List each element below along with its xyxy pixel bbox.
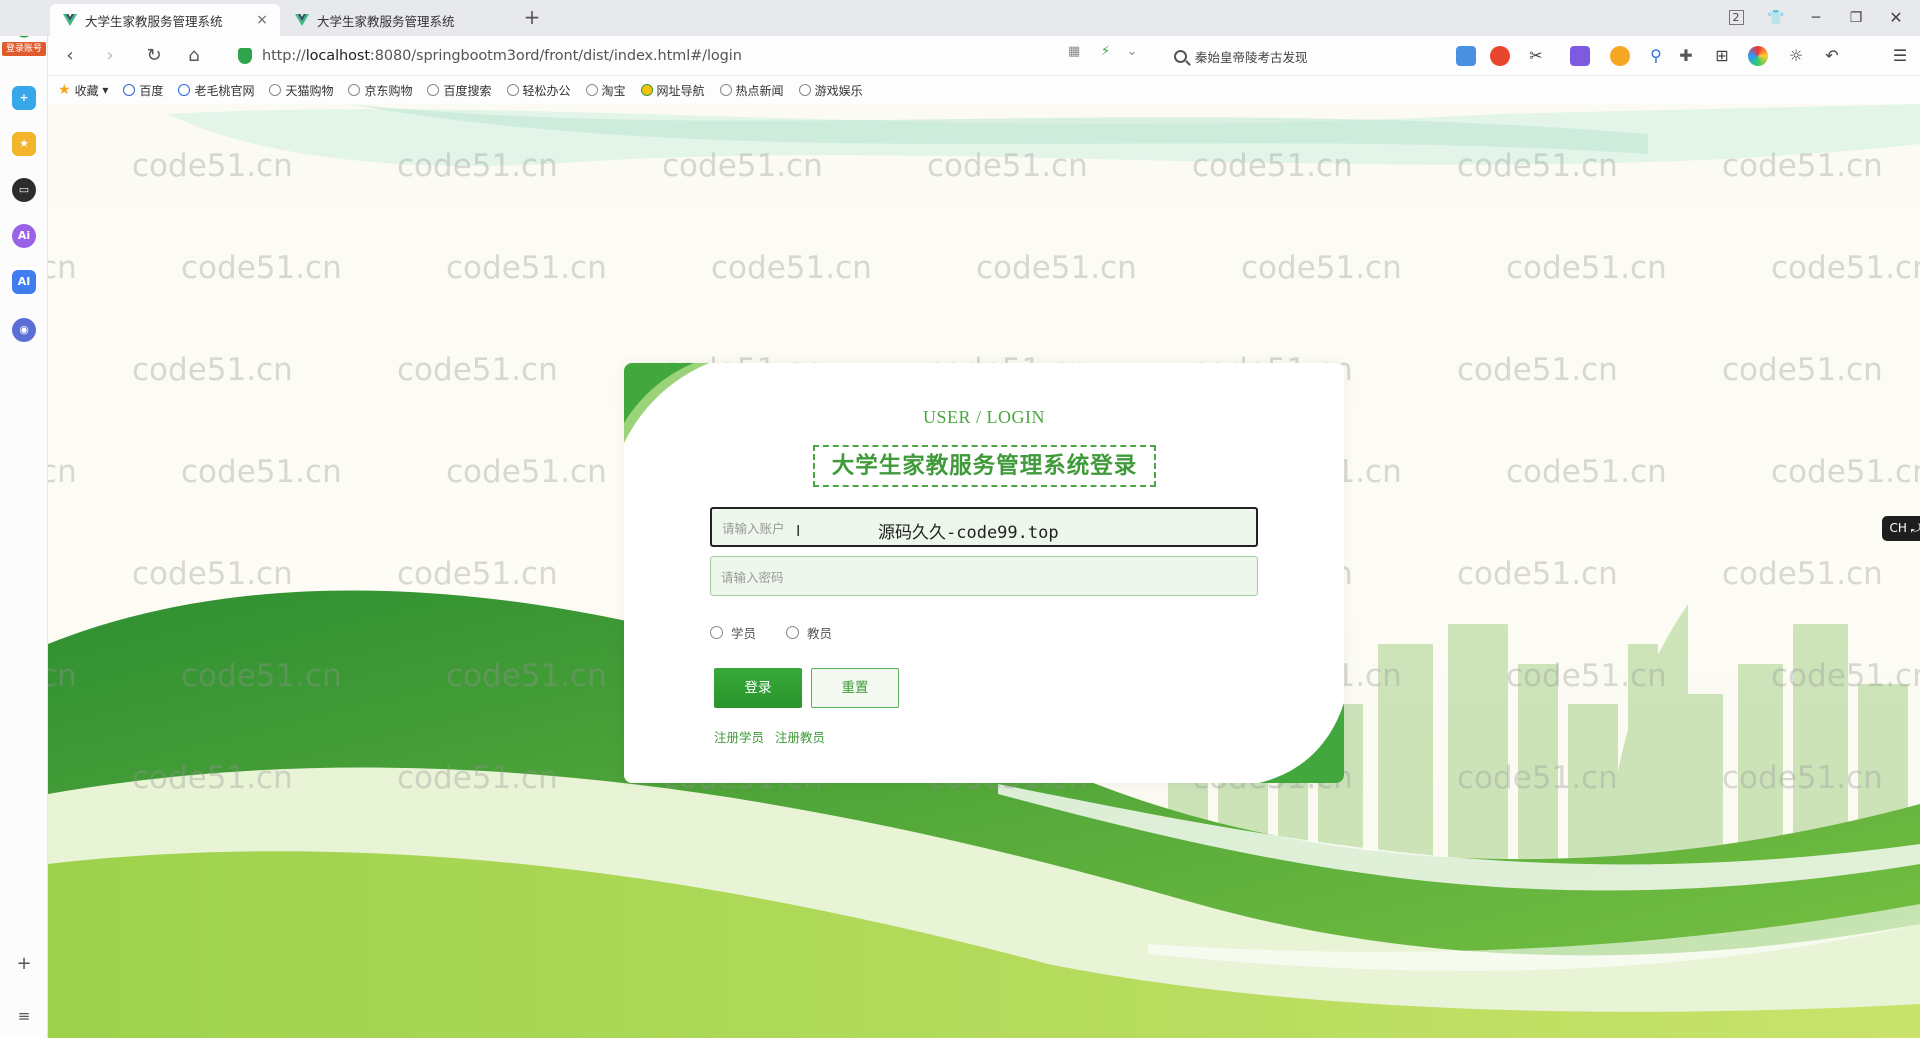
skin-icon[interactable]: 👕 — [1762, 6, 1790, 30]
sidebar-ai-icon[interactable]: Ai — [12, 224, 36, 248]
forward-icon[interactable]: › — [98, 44, 122, 68]
shield-extension-icon[interactable] — [1610, 46, 1630, 66]
sidebar-chat-icon[interactable]: ▭ — [12, 178, 36, 202]
bookmark-item[interactable]: 天猫购物 — [269, 82, 333, 99]
globe-icon — [269, 84, 282, 96]
vue-logo-icon — [295, 14, 309, 26]
text-cursor-icon: I — [796, 522, 801, 540]
tab-bar: 大学生家教服务管理系统 × 大学生家教服务管理系统 + 2 👕 ─ ❐ ✕ — [0, 0, 1920, 36]
sidebar-login-badge[interactable]: 登录账号 — [2, 42, 46, 56]
login-card: USER / LOGIN 大学生家教服务管理系统登录 请输入账户 I 源码久久-… — [624, 363, 1344, 783]
bookmark-item[interactable]: 百度搜索 — [427, 82, 492, 99]
brightness-icon[interactable]: ☼ — [1786, 46, 1806, 66]
account-placeholder: 请输入账户 — [722, 520, 785, 536]
reload-icon[interactable]: ↻ — [142, 44, 166, 68]
bookmark-item[interactable]: 热点新闻 — [719, 82, 784, 99]
navigation-site-icon — [640, 84, 653, 96]
restore-icon[interactable]: ❐ — [1842, 6, 1870, 30]
undo-icon[interactable]: ↶ — [1822, 46, 1842, 66]
color-wheel-icon[interactable] — [1748, 46, 1768, 66]
find-icon[interactable]: ⚲ — [1646, 46, 1666, 66]
search-icon — [1174, 49, 1187, 63]
sidebar-favorites-icon[interactable]: ★ — [12, 132, 36, 156]
sidebar-plus-app-icon[interactable]: + — [12, 86, 36, 110]
secure-shield-icon — [238, 48, 252, 64]
menu-icon[interactable]: ☰ — [1890, 46, 1910, 66]
navigation-bar: ‹ › ↻ ⌂ http://localhost:8080/springboot… — [48, 36, 1920, 76]
password-placeholder: 请输入密码 — [721, 569, 784, 585]
window-count-badge[interactable]: 2 — [1722, 6, 1750, 30]
browser-sidebar: e 登录账号 + ★ ▭ Ai AI ◉ + ≡ — [0, 0, 48, 1038]
ime-indicator[interactable]: CH ⤾ 简 — [1882, 516, 1920, 541]
sidebar-menu-icon[interactable]: ≡ — [14, 1006, 34, 1026]
bookmark-item[interactable]: 百度 — [123, 82, 163, 99]
sidebar-add-icon[interactable]: + — [14, 954, 34, 974]
register-teacher-link[interactable]: 注册教员 — [775, 727, 825, 746]
back-icon[interactable]: ‹ — [58, 44, 82, 68]
tab-title: 大学生家教服务管理系统 — [317, 13, 455, 29]
tab-inactive[interactable]: 大学生家教服务管理系统 — [282, 4, 512, 36]
tab-close-icon[interactable]: × — [254, 12, 270, 28]
login-subtitle: USER / LOGIN — [923, 407, 1045, 427]
bookmark-item[interactable]: 京东购物 — [348, 82, 412, 99]
globe-icon — [798, 84, 811, 96]
password-input[interactable]: 请输入密码 — [710, 556, 1258, 596]
account-overlay-text: 源码久久-code99.top — [878, 523, 1059, 543]
weibo-icon[interactable] — [1490, 46, 1510, 66]
apps-grid-icon[interactable]: ⊞ — [1712, 46, 1732, 66]
bookmark-item[interactable]: 网址导航 — [640, 82, 705, 99]
home-icon[interactable]: ⌂ — [182, 44, 206, 68]
sidebar-robot-icon[interactable]: ◉ — [12, 318, 36, 342]
qr-icon[interactable]: ▦ — [1068, 44, 1080, 59]
extensions-icon[interactable]: ✚ — [1676, 46, 1696, 66]
globe-icon — [585, 84, 598, 96]
mail-icon[interactable] — [1456, 46, 1476, 66]
radio-circle[interactable] — [786, 626, 799, 639]
login-button[interactable]: 登录 — [714, 668, 802, 708]
globe-icon — [506, 84, 519, 96]
role-radio-student[interactable]: 学员 — [710, 623, 756, 642]
address-tools: ▦ ⚡ ⌄ — [1068, 44, 1138, 59]
bookmark-item[interactable]: 游戏娱乐 — [798, 82, 863, 99]
close-window-icon[interactable]: ✕ — [1882, 6, 1910, 30]
role-label: 学员 — [731, 626, 757, 641]
globe-icon — [719, 84, 732, 96]
baidu-icon — [123, 84, 136, 96]
bookmark-item[interactable]: 轻松办公 — [506, 82, 571, 99]
globe-icon — [348, 84, 361, 96]
site-icon — [178, 84, 191, 96]
login-page: code51.cn code51.cn code51.cn code51.cn code… — [48, 104, 1920, 1038]
role-label: 教员 — [807, 626, 833, 641]
radio-circle[interactable] — [710, 626, 723, 639]
bookmark-item[interactable]: 淘宝 — [585, 82, 626, 99]
scissors-icon[interactable]: ✂ — [1526, 46, 1546, 66]
minimize-icon[interactable]: ─ — [1802, 6, 1830, 30]
star-icon: ★ — [58, 82, 71, 98]
bookmarks-bar: ★ 收藏 ▾ 百度 老毛桃官网 天猫购物 京东购物 百度搜索 轻松办公 淘宝 网址… — [48, 76, 1920, 104]
bookmark-item[interactable]: 老毛桃官网 — [178, 82, 254, 99]
card-corner-decoration — [1259, 703, 1344, 783]
reset-button[interactable]: 重置 — [811, 668, 899, 708]
search-box[interactable]: 秦始皇帝陵考古发现 — [1166, 42, 1484, 70]
speed-icon[interactable]: ⚡ — [1101, 44, 1110, 59]
system-title: 大学生家教服务管理系统登录 — [813, 445, 1156, 487]
sidebar-ai-assistant-icon[interactable]: AI — [12, 270, 36, 294]
tab-active[interactable]: 大学生家教服务管理系统 × — [50, 4, 280, 36]
chevron-down-icon[interactable]: ⌄ — [1127, 44, 1138, 59]
account-input[interactable]: 请输入账户 I 源码久久-code99.top — [710, 507, 1258, 547]
tab-title: 大学生家教服务管理系统 — [85, 13, 223, 29]
address-bar[interactable]: http://localhost:8080/springbootm3ord/fr… — [228, 42, 1148, 70]
vue-logo-icon — [63, 14, 77, 26]
globe-icon — [427, 84, 440, 96]
translate-icon[interactable] — [1570, 46, 1590, 66]
register-student-link[interactable]: 注册学员 — [714, 727, 764, 746]
role-radio-teacher[interactable]: 教员 — [786, 623, 832, 642]
url-text: http://localhost:8080/springbootm3ord/fr… — [262, 48, 742, 64]
new-tab-button[interactable]: + — [520, 6, 544, 30]
bookmark-favorites[interactable]: ★ 收藏 ▾ — [58, 82, 108, 99]
search-text: 秦始皇帝陵考古发现 — [1195, 49, 1308, 65]
